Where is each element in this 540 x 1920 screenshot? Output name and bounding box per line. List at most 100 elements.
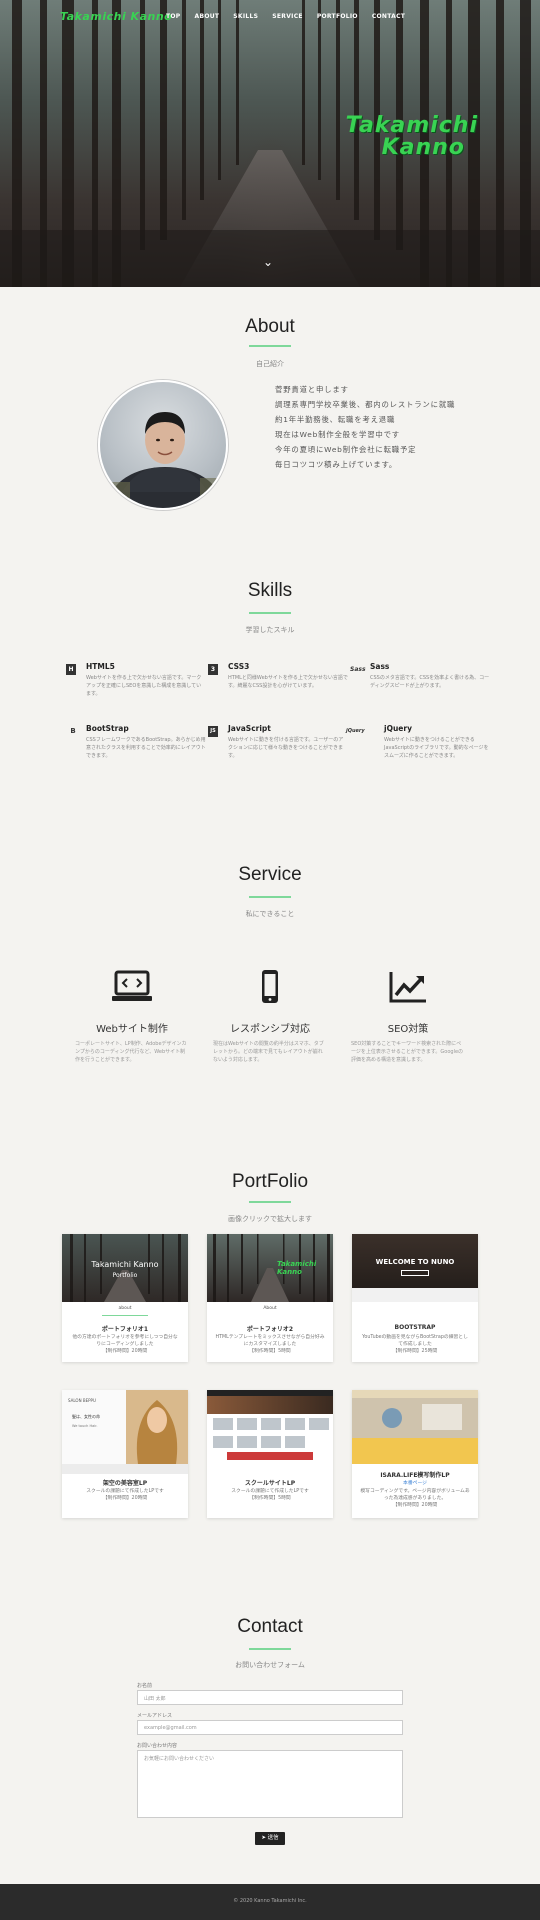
portfolio-card-time: 【制作時間】5時間 xyxy=(249,1496,291,1501)
thumbnail-cta xyxy=(352,1438,478,1464)
skill-desc: Webサイトに動きを付ける言語です。ユーザーのアクションに応じて様々な動きをつけ… xyxy=(228,737,344,759)
name-field[interactable]: 山田 太郎 xyxy=(137,1690,403,1705)
portfolio-card-desc-text: 模写コーディングです。ページ内容がボリュームあった為達成感がありました。 xyxy=(360,1489,470,1501)
javascript-icon: JS xyxy=(208,726,218,737)
footer: © 2020 Kanno Takamichi Inc. xyxy=(0,1884,540,1920)
laptop-code-icon xyxy=(112,970,152,1001)
thumbnail-title: Takamichi Kanno xyxy=(277,1260,317,1276)
portfolio-card-link[interactable]: 本番ページ xyxy=(352,1479,478,1486)
skill-name: HTML5 xyxy=(86,662,115,671)
portfolio-thumbnail[interactable] xyxy=(207,1390,333,1464)
service-subtitle: 私にできること xyxy=(245,910,295,918)
jquery-icon: jQuery xyxy=(346,728,365,734)
portfolio-card-desc: HTMLテンプレートをミックスさせながら自分好みにカスタマイズしました 【制作時… xyxy=(215,1334,325,1355)
portfolio-card-desc: 模写コーディングです。ページ内容がボリュームあった為達成感がありました。 【制作… xyxy=(360,1488,470,1509)
portfolio-card-desc: 他の方達のポートフォリオを参考にしつつ自分なりにコーディングしました 【制作時間… xyxy=(70,1334,180,1355)
portfolio-thumbnail[interactable] xyxy=(352,1390,478,1464)
service-title: レスポンシブ対応 xyxy=(230,1024,310,1035)
portfolio-card-time: 【制作時間】20時間 xyxy=(102,1349,148,1354)
portfolio-card-time: 【制作時間】25時間 xyxy=(392,1349,438,1354)
about-title: About xyxy=(245,316,295,337)
portfolio-thumbnail[interactable]: Takamichi Kanno xyxy=(207,1234,333,1302)
about-line: 今年の夏頃にWeb制作会社に転職予定 xyxy=(275,445,417,454)
about-rule xyxy=(249,345,291,347)
skill-name: JavaScript xyxy=(228,724,271,733)
skill-name: Sass xyxy=(370,662,390,671)
chevron-down-icon[interactable]: ⌄ xyxy=(263,256,273,268)
portfolio-card-desc-text: スクールの課題にて作成したLPです xyxy=(231,1489,309,1494)
portfolio-card-1[interactable]: Takamichi Kanno Portfolio about ポートフォリオ1… xyxy=(62,1234,188,1362)
copyright: © 2020 Kanno Takamichi Inc. xyxy=(233,1898,307,1904)
portfolio-card-desc: YouTubeの動画を見ながらBootStrapの練習として作成しました 【制作… xyxy=(360,1334,470,1355)
bootstrap-icon: B xyxy=(70,727,76,735)
send-button[interactable]: ➤ 送信 xyxy=(255,1832,285,1845)
portfolio-card-desc-text: 他の方達のポートフォリオを参考にしつつ自分なりにコーディングしました xyxy=(72,1335,178,1347)
profile-photo xyxy=(100,412,226,508)
portfolio-card-5[interactable]: スクールサイトLP スクールの課題にて作成したLPです 【制作時間】5時間 xyxy=(207,1390,333,1518)
portfolio-card-2[interactable]: Takamichi Kanno About ポートフォリオ2 HTMLテンプレー… xyxy=(207,1234,333,1362)
about-line: 菅野貴道と申します xyxy=(275,385,349,394)
portfolio-card-desc: スクールの課題にて作成したLPです 【制作時間】20時間 xyxy=(70,1488,180,1502)
portfolio-thumbnail[interactable]: SALON BEPPU 髪は、女性の命 We touch Hair. xyxy=(62,1390,188,1464)
portfolio-card-time: 【制作時間】20時間 xyxy=(102,1496,148,1501)
about-subtitle: 自己紹介 xyxy=(256,360,284,368)
site-logo[interactable]: Takamichi Kanno xyxy=(60,10,172,23)
portfolio-card-title: ポートフォリオ2 xyxy=(246,1326,294,1333)
send-icon: ➤ xyxy=(261,1835,266,1841)
skill-desc: CSSフレームワークであるBootStrap。あらかじめ用意されたクラスを利用す… xyxy=(86,737,206,759)
send-label: 送信 xyxy=(267,1835,279,1841)
thumbnail-button xyxy=(401,1270,429,1276)
thumbnail-brand: SALON BEPPU xyxy=(68,1398,96,1403)
hero-section: Takamichi Kanno TOP ABOUT SKILLS SERVICE… xyxy=(0,0,540,287)
message-field[interactable]: お気軽にお問い合わせください xyxy=(137,1750,403,1818)
skill-desc: CSSのメタ言語です。CSSを効率よく書ける為、コーディングスピードが上がります… xyxy=(370,675,490,689)
service-title: SEO対策 xyxy=(387,1024,429,1035)
portfolio-thumbnail[interactable]: WELCOME TO NUNO xyxy=(352,1234,478,1302)
email-field[interactable]: example@gmail.com xyxy=(137,1720,403,1735)
thumbnail-title: WELCOME TO NUNO xyxy=(375,1258,455,1266)
nav-link-skills[interactable]: SKILLS xyxy=(233,13,258,20)
portfolio-card-3[interactable]: WELCOME TO NUNO BOOTSTRAP YouTubeの動画を見なが… xyxy=(352,1234,478,1362)
chart-line-icon xyxy=(389,972,426,1003)
nav-link-portfolio[interactable]: PORTFOLIO xyxy=(317,13,358,20)
skills-rule xyxy=(249,612,291,614)
thumbnail-model xyxy=(126,1390,188,1464)
hero-title: Takamichi Kanno xyxy=(346,115,478,159)
nav-link-top[interactable]: TOP xyxy=(166,13,181,20)
nav-link-service[interactable]: SERVICE xyxy=(272,13,303,20)
hero-title-line2: Kanno xyxy=(381,135,465,160)
portfolio-card-6[interactable]: ISARA.LIFE模写制作LP 本番ページ 模写コーディングです。ページ内容が… xyxy=(352,1390,478,1518)
css3-icon: 3 xyxy=(208,664,218,675)
portfolio-rule xyxy=(249,1201,291,1203)
portfolio-card-title: ISARA.LIFE模写制作LP xyxy=(380,1472,450,1479)
about-line: 毎日コツコツ積み上げています。 xyxy=(275,460,398,469)
contact-title: Contact xyxy=(237,1616,303,1637)
nav-link-about[interactable]: ABOUT xyxy=(195,13,220,20)
about-line: 約1年半勤務後、転職を考え退職 xyxy=(275,415,396,424)
hero-title-line1: Takamichi xyxy=(345,113,478,138)
thumbnail-hero xyxy=(207,1396,333,1414)
thumbnail-title: Takamichi Kanno xyxy=(91,1260,159,1269)
skills-subtitle: 学習したスキル xyxy=(245,626,295,634)
thumbnail-strip xyxy=(352,1288,478,1302)
portfolio-card-title: BOOTSTRAP xyxy=(394,1324,436,1331)
smartphone-icon xyxy=(262,970,278,1003)
portfolio-card-4[interactable]: SALON BEPPU 髪は、女性の命 We touch Hair. 架空の美容… xyxy=(62,1390,188,1518)
skill-desc: Webサイトに動きをつけることができるJavaScriptのライブラリです。動的… xyxy=(384,737,489,759)
avatar xyxy=(98,380,228,510)
contact-rule xyxy=(249,1648,291,1650)
service-desc: コーポレートサイト、LP制作、Adobeデザインカンプからのコーディング代行など… xyxy=(75,1041,187,1063)
skill-name: CSS3 xyxy=(228,662,250,671)
service-desc: 現在はWebサイトの閲覧の約半分はスマホ、タブレットから。どの端末で見てもレイア… xyxy=(213,1041,324,1063)
skill-desc: HTMLと同様Webサイトを作る上で欠かせない言語です。綺麗なCSS設計を心がけ… xyxy=(228,675,348,689)
thumbnail-banner xyxy=(352,1390,478,1398)
sass-icon: Sass xyxy=(350,666,366,673)
portfolio-card-desc: スクールの課題にて作成したLPです 【制作時間】5時間 xyxy=(215,1488,325,1502)
nav-link-contact[interactable]: CONTACT xyxy=(372,13,405,20)
email-label: メールアドレス xyxy=(137,1713,173,1719)
nav-links: TOP ABOUT SKILLS SERVICE PORTFOLIO CONTA… xyxy=(166,13,405,20)
name-label: お名前 xyxy=(137,1683,153,1689)
thumbnail-hero xyxy=(352,1398,478,1438)
portfolio-thumbnail[interactable]: Takamichi Kanno Portfolio xyxy=(62,1234,188,1302)
skill-desc: Webサイトを作る上で欠かせない言語です。マークアップを正確にしSEOを意識した… xyxy=(86,675,202,697)
